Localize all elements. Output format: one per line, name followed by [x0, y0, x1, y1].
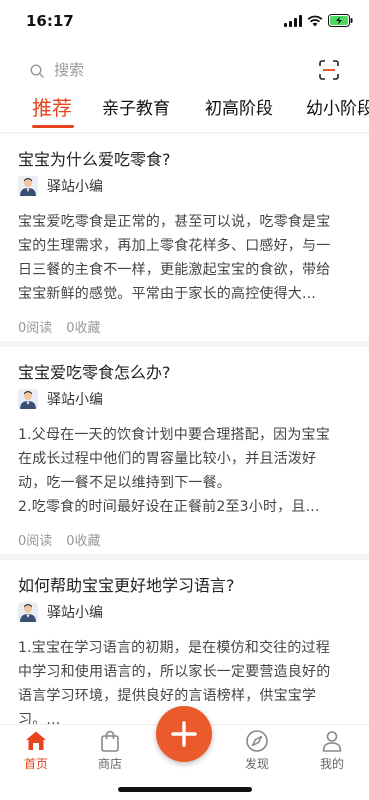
article-excerpt: 1.父母在一天的饮食计划中要合理搭配，因为宝宝 在成长过程中他们的胃容量比较小，…	[18, 423, 356, 519]
avatar	[18, 176, 38, 196]
author-name: 驿站小编	[47, 392, 103, 408]
read-count: 0阅读	[18, 321, 53, 336]
add-post-button[interactable]	[156, 706, 212, 762]
excerpt-line: 中学习和使用语言的，所以家长一定要营造良好的	[18, 664, 331, 680]
avatar	[18, 602, 38, 622]
plus-icon	[171, 721, 197, 747]
article-card[interactable]: 宝宝爱吃零食怎么办? 驿站小编 1.父母在一天的饮食计划中要合理搭配，因为宝宝 …	[0, 347, 369, 554]
search-icon	[30, 63, 44, 82]
shopping-bag-icon	[101, 730, 119, 752]
author-name: 驿站小编	[47, 179, 103, 195]
excerpt-line: 宝宝新鲜的感觉。平常由于家长的高控使得大...	[18, 286, 316, 302]
compass-icon	[246, 730, 268, 752]
home-indicator	[118, 787, 252, 792]
status-icons	[284, 14, 353, 27]
favorite-count: 0收藏	[66, 534, 101, 549]
excerpt-line: 日三餐的主食不一样，更能激起宝宝的食欲，带给	[18, 262, 331, 278]
nav-label: 我的	[319, 757, 344, 771]
favorite-count: 0收藏	[66, 321, 101, 336]
tab-kindergarten-primary[interactable]: 幼小阶段	[306, 96, 369, 122]
article-card[interactable]: 如何帮助宝宝更好地学习语言? 驿站小编 1.宝宝在学习语言的初期，是在模仿和交往…	[0, 560, 369, 730]
excerpt-line: 1.父母在一天的饮食计划中要合理搭配，因为宝宝	[18, 427, 330, 443]
nav-label: 发现	[244, 757, 269, 771]
excerpt-line: 2.吃零食的时间最好设在正餐前2至3小时，且...	[18, 499, 320, 515]
scan-icon[interactable]	[319, 60, 339, 84]
excerpt-line: 在成长过程中他们的胃容量比较小，并且活泼好	[18, 451, 317, 467]
article-stats: 0阅读 0收藏	[18, 317, 101, 336]
nav-profile[interactable]: 我的	[302, 729, 362, 772]
article-title[interactable]: 宝宝为什么爱吃零食?	[18, 146, 171, 170]
avatar	[18, 389, 38, 409]
tab-recommend[interactable]: 推荐	[32, 96, 72, 121]
excerpt-line: 动，吃一餐不足以维持到下一餐。	[18, 475, 231, 491]
search-bar: 搜索	[0, 44, 369, 96]
article-title[interactable]: 宝宝爱吃零食怎么办?	[18, 359, 171, 383]
battery-charging-icon	[328, 14, 353, 27]
excerpt-line: 语言学习环境，提供良好的言语榜样，供宝宝学	[18, 688, 317, 704]
active-tab-indicator	[32, 125, 74, 128]
article-title[interactable]: 如何帮助宝宝更好地学习语言?	[18, 572, 235, 596]
search-input[interactable]: 搜索	[54, 59, 84, 80]
excerpt-line: 宝的生理需求，再加上零食花样多、口感好，与一	[18, 238, 331, 254]
tab-parenting[interactable]: 亲子教育	[102, 96, 170, 122]
article-excerpt: 宝宝爱吃零食是正常的，甚至可以说，吃零食是宝 宝的生理需求，再加上零食花样多、口…	[18, 210, 356, 306]
tab-middle-high-school[interactable]: 初高阶段	[205, 96, 273, 122]
nav-store[interactable]: 商店	[80, 729, 140, 772]
wifi-icon	[307, 15, 323, 27]
person-icon	[322, 731, 342, 752]
author-row: 驿站小编	[18, 176, 103, 196]
nav-label: 首页	[23, 757, 48, 771]
read-count: 0阅读	[18, 534, 53, 549]
author-row: 驿站小编	[18, 389, 103, 409]
cellular-signal-icon	[284, 14, 302, 27]
excerpt-line: 1.宝宝在学习语言的初期，是在模仿和交往的过程	[18, 640, 330, 656]
nav-home[interactable]: 首页	[6, 729, 66, 772]
nav-label: 商店	[97, 757, 122, 771]
nav-discover[interactable]: 发现	[227, 729, 287, 772]
home-icon	[26, 731, 46, 750]
category-tabs: 推荐 亲子教育 初高阶段 幼小阶段	[0, 96, 369, 132]
excerpt-line: 宝宝爱吃零食是正常的，甚至可以说，吃零食是宝	[18, 214, 331, 230]
article-stats: 0阅读 0收藏	[18, 530, 101, 549]
status-bar: 16:17	[0, 0, 369, 44]
article-card[interactable]: 宝宝为什么爱吃零食? 驿站小编 宝宝爱吃零食是正常的，甚至可以说，吃零食是宝 宝…	[0, 134, 369, 341]
author-name: 驿站小编	[47, 605, 103, 621]
status-time: 16:17	[26, 12, 74, 30]
author-row: 驿站小编	[18, 602, 103, 622]
